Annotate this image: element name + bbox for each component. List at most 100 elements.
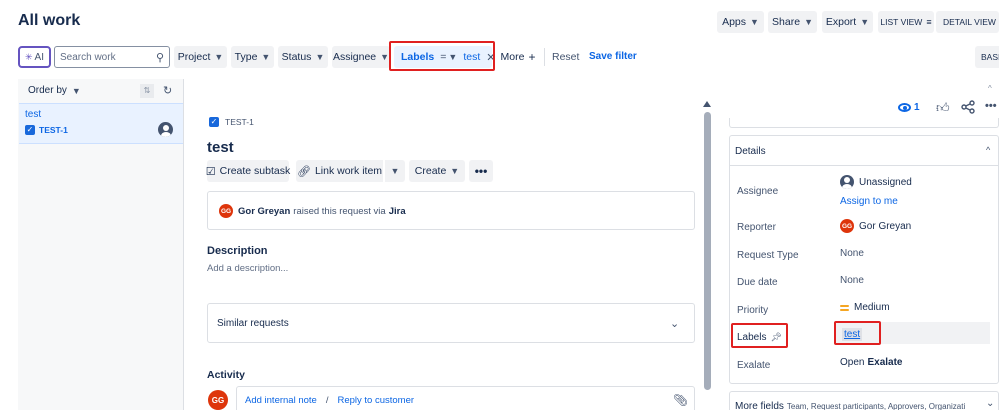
create-button[interactable]: Create ▼ xyxy=(409,160,465,182)
link-work-item-button[interactable]: 🔗︎ Link work item xyxy=(296,160,383,182)
reporter-value: Gor Greyan xyxy=(859,220,912,232)
list-view-label: LIST VIEW xyxy=(880,17,923,27)
assignee-filter-label: Assignee xyxy=(332,51,377,63)
assignee-value-row[interactable]: Unassigned xyxy=(840,175,912,189)
request-channel: Jira xyxy=(388,205,406,217)
details-heading[interactable]: Details xyxy=(735,146,766,157)
exalate-label: Exalate xyxy=(737,360,771,371)
project-filter[interactable]: Project ▼ xyxy=(174,46,227,68)
apps-button[interactable]: Apps ▼ xyxy=(717,11,764,33)
order-by-button[interactable]: Order by ▼ xyxy=(28,85,81,96)
detail-view-button[interactable]: DETAIL VIEW ▦ xyxy=(936,11,999,33)
main-scrollbar-thumb[interactable] xyxy=(704,112,711,390)
more-icon: ••• xyxy=(474,164,488,178)
list-icon: ≡ xyxy=(926,17,932,27)
create-subtask-button[interactable]: ☑ Create subtask xyxy=(206,160,291,182)
list-item-key-row: ✓ TEST-1 xyxy=(25,125,68,135)
request-text: raised this request via xyxy=(293,205,386,217)
scroll-up-icon[interactable] xyxy=(703,101,711,107)
share-button[interactable]: Share ▼ xyxy=(768,11,817,33)
priority-label: Priority xyxy=(737,305,769,316)
link-work-item-label: Link work item xyxy=(314,165,383,177)
type-filter[interactable]: Type ▼ xyxy=(231,46,274,68)
description-field[interactable]: Add a description... xyxy=(207,263,288,274)
reset-button[interactable]: Reset xyxy=(552,51,579,63)
priority-value-row[interactable]: Medium xyxy=(840,302,890,313)
search-input[interactable]: Search work ⚲ xyxy=(54,46,170,68)
unassigned-avatar-icon xyxy=(840,175,854,189)
search-icon: ⚲ xyxy=(155,51,164,64)
more-filters-label: More xyxy=(500,51,525,63)
chevron-down-icon: ▼ xyxy=(71,85,81,96)
chevron-down-icon: ▼ xyxy=(214,52,224,62)
export-label: Export xyxy=(825,16,857,28)
due-date-value[interactable]: None xyxy=(840,275,864,286)
comment-separator: / xyxy=(325,395,329,406)
attachment-icon[interactable]: 📎︎ xyxy=(673,393,688,407)
issue-key[interactable]: TEST-1 xyxy=(225,117,254,127)
eye-icon xyxy=(898,103,911,112)
sort-icon[interactable]: ⇅ xyxy=(140,84,154,98)
chevron-down-icon: ▼ xyxy=(450,166,460,176)
detail-view-label: DETAIL VIEW xyxy=(943,17,996,27)
thumbs-up-icon[interactable]: 👍︎ xyxy=(936,100,950,116)
assign-to-me-link[interactable]: Assign to me xyxy=(840,196,898,207)
request-reporter-name: Gor Greyan xyxy=(238,205,291,217)
list-item[interactable] xyxy=(19,103,183,144)
reply-to-customer-link[interactable]: Reply to customer xyxy=(337,395,414,406)
list-view-button[interactable]: LIST VIEW ≡ xyxy=(878,11,934,33)
more-actions-button[interactable]: ••• xyxy=(469,160,493,182)
apps-label: Apps xyxy=(722,16,747,28)
sparkle-icon: ✳ xyxy=(25,51,33,62)
more-filters-button[interactable]: More + xyxy=(496,46,540,68)
chevron-up-icon[interactable]: ^ xyxy=(986,145,990,155)
assignee-filter[interactable]: Assignee ▼ xyxy=(332,46,390,68)
details-scroll-up-icon[interactable]: ^ xyxy=(988,84,992,93)
share-icon[interactable] xyxy=(961,100,975,114)
type-filter-label: Type xyxy=(234,51,258,63)
unassigned-avatar-icon xyxy=(158,122,173,137)
request-type-value[interactable]: None xyxy=(840,248,864,259)
details-more-icon[interactable]: ••• xyxy=(985,100,997,112)
ai-button[interactable]: ✳ AI xyxy=(18,46,51,68)
project-filter-label: Project xyxy=(177,51,211,63)
issue-title[interactable]: test xyxy=(207,139,234,156)
create-subtask-label: Create subtask xyxy=(219,165,291,177)
share-label: Share xyxy=(772,16,801,28)
chevron-down-icon: ▼ xyxy=(261,52,271,62)
export-button[interactable]: Export ▼ xyxy=(822,11,873,33)
labels-filter-highlight xyxy=(389,41,495,71)
issue-key-row: ✓ TEST-1 xyxy=(209,117,254,127)
ai-label: AI xyxy=(34,51,44,63)
basic-toggle[interactable]: BASIC xyxy=(975,46,999,68)
watch-count: 1 xyxy=(914,102,920,113)
priority-medium-icon xyxy=(840,304,849,311)
more-fields-row: More fields Team, Request participants, … xyxy=(735,401,965,410)
chevron-down-icon[interactable]: ⌄ xyxy=(986,398,994,409)
details-divider xyxy=(730,165,998,166)
filter-divider xyxy=(544,48,545,66)
watch-button[interactable]: 1 xyxy=(898,102,920,113)
assignee-label: Assignee xyxy=(737,186,779,197)
chevron-down-icon: ▼ xyxy=(750,17,759,27)
comment-avatar: GG xyxy=(208,390,228,410)
share-icon-graphic xyxy=(961,100,975,114)
link-dropdown-button[interactable]: ▼ xyxy=(385,160,405,182)
labels-label-highlight xyxy=(731,323,788,348)
chevron-down-icon: ▼ xyxy=(315,52,325,62)
chevron-down-icon: ▼ xyxy=(804,17,813,27)
comment-actions: Add internal note / Reply to customer xyxy=(245,395,414,406)
order-by-label: Order by xyxy=(28,85,67,96)
chevron-down-icon[interactable]: ⌄ xyxy=(670,317,679,330)
save-filter-button[interactable]: Save filter xyxy=(589,51,637,62)
refresh-icon[interactable]: ↻ xyxy=(163,84,172,97)
chevron-down-icon: ▼ xyxy=(390,166,400,176)
create-label: Create xyxy=(414,165,447,177)
exalate-value-row[interactable]: Open Exalate xyxy=(840,357,903,368)
description-heading: Description xyxy=(207,245,268,257)
reporter-value-row[interactable]: GG Gor Greyan xyxy=(840,219,911,233)
plus-icon: + xyxy=(528,50,536,64)
status-filter[interactable]: Status ▼ xyxy=(278,46,328,68)
add-internal-note-link[interactable]: Add internal note xyxy=(245,395,317,406)
search-placeholder: Search work xyxy=(60,51,116,63)
